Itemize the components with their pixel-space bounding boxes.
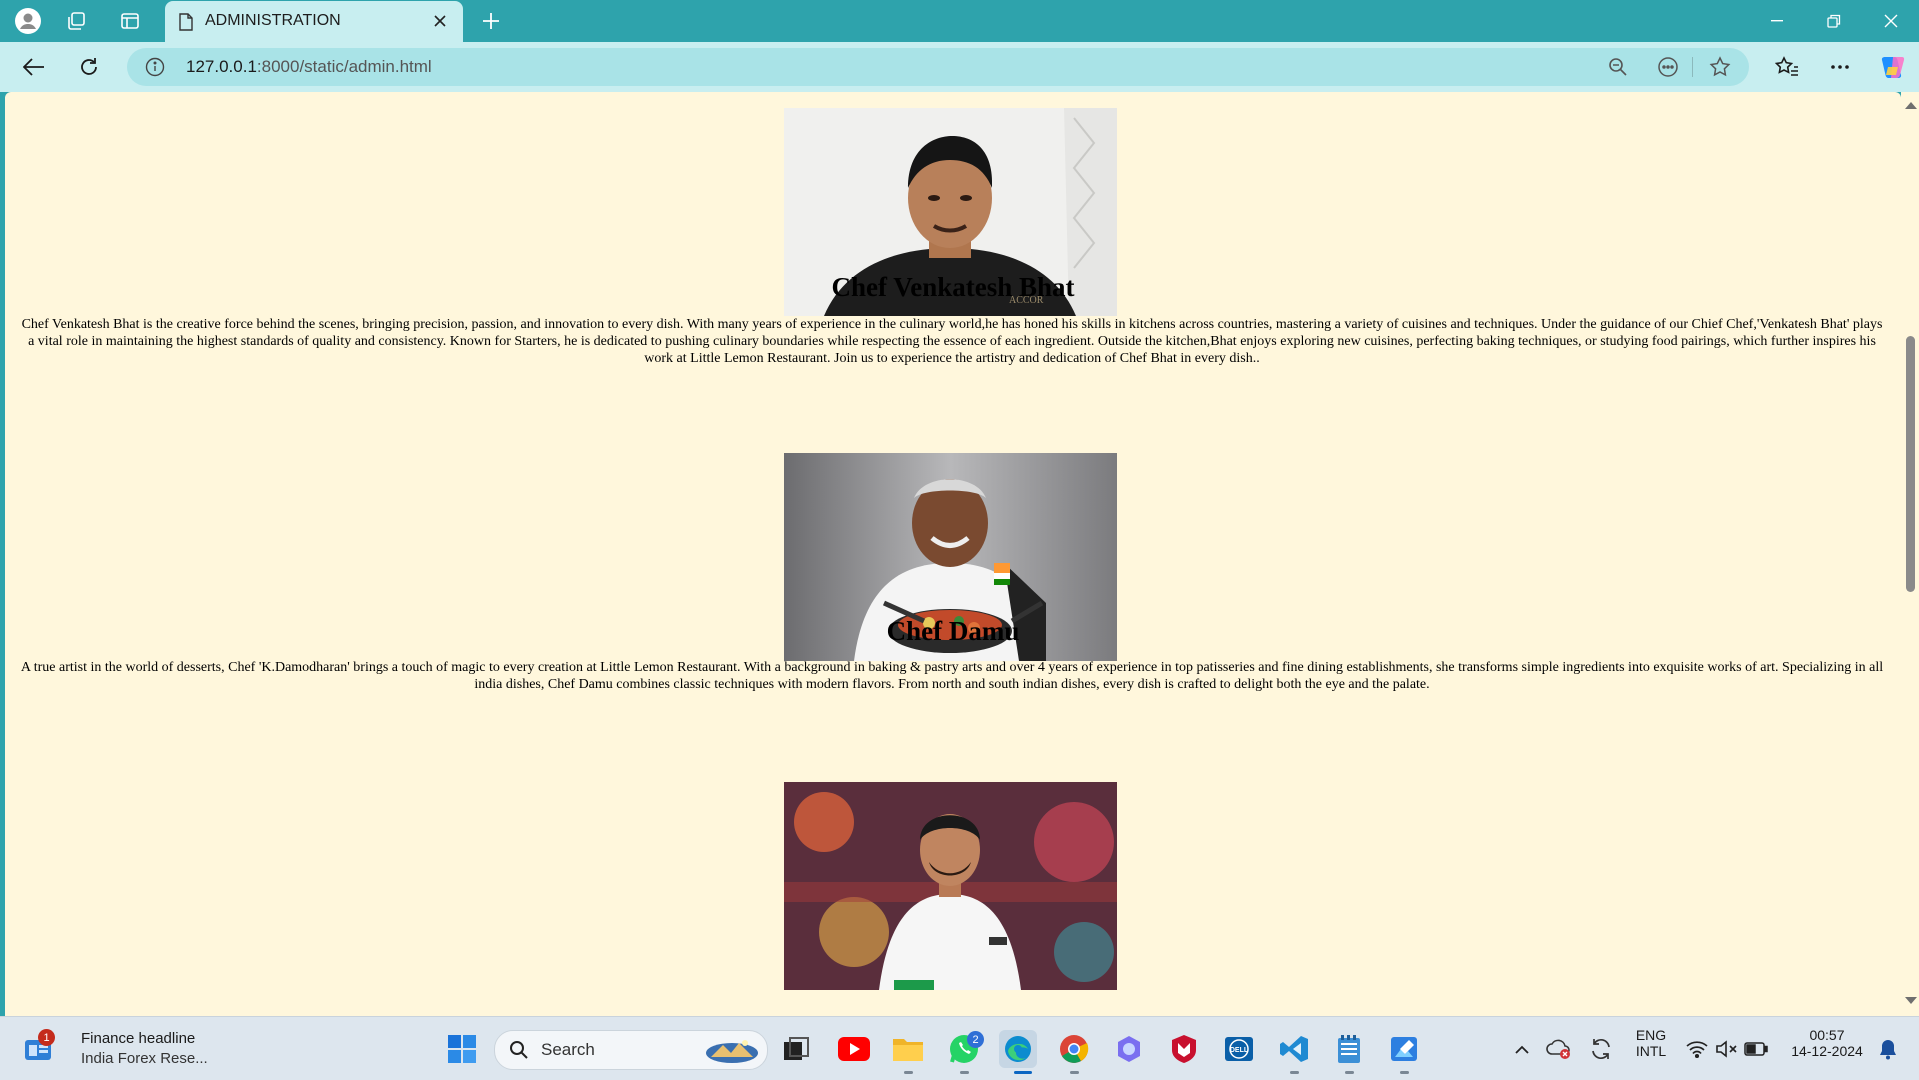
windows-taskbar: 1 Finance headline India Forex Rese... S… — [0, 1016, 1919, 1080]
chef-bio-text: Chef Venkatesh Bhat is the creative forc… — [21, 317, 1883, 366]
workspaces-icon[interactable] — [62, 6, 92, 36]
notifications-bell-icon[interactable] — [1872, 1030, 1904, 1068]
restore-icon[interactable] — [1806, 0, 1862, 42]
profile-icon[interactable] — [13, 6, 43, 36]
page-scrollbar[interactable] — [1901, 92, 1919, 1016]
chef-name-heading: Chef Venkatesh Bhat — [831, 272, 1075, 302]
running-indicator — [904, 1071, 913, 1074]
page-icon — [179, 13, 193, 31]
task-view-icon[interactable] — [777, 1030, 815, 1068]
dell-icon[interactable]: DELL — [1220, 1030, 1258, 1068]
active-indicator — [1014, 1071, 1032, 1074]
vertical-tabs-icon[interactable] — [115, 6, 145, 36]
file-explorer-icon[interactable] — [889, 1030, 927, 1068]
clock[interactable]: 00:57 14-12-2024 — [1782, 1027, 1872, 1059]
cloud-sync-error-icon[interactable] — [1543, 1030, 1575, 1068]
scroll-up-icon[interactable] — [1905, 102, 1917, 109]
volume-muted-icon[interactable] — [1710, 1030, 1742, 1068]
youtube-icon[interactable] — [835, 1030, 873, 1068]
zoom-out-icon[interactable] — [1605, 54, 1631, 80]
svg-text:DELL: DELL — [1230, 1047, 1249, 1054]
tab-administration[interactable]: ADMINISTRATION — [165, 1, 463, 42]
browser-tab-strip: ADMINISTRATION — [0, 0, 1919, 42]
close-tab-icon[interactable] — [427, 8, 453, 34]
keyboard-layout: INTL — [1635, 1043, 1667, 1059]
favorite-star-icon[interactable] — [1707, 54, 1733, 80]
running-indicator — [960, 1071, 969, 1074]
back-icon[interactable] — [17, 50, 51, 84]
copilot-app-icon[interactable] — [1110, 1030, 1148, 1068]
browser-toolbar: 127.0.0.1:8000/static/admin.html — [0, 42, 1919, 92]
address-bar[interactable]: 127.0.0.1:8000/static/admin.html — [127, 48, 1749, 86]
url-host: 127.0.0.1 — [186, 57, 257, 76]
paint-icon[interactable] — [1385, 1030, 1423, 1068]
clock-date: 14-12-2024 — [1791, 1043, 1863, 1059]
news-badge: 1 — [38, 1029, 55, 1046]
browser-essentials-icon[interactable] — [1655, 54, 1681, 80]
language-indicator[interactable]: ENG INTL — [1628, 1027, 1674, 1059]
news-subtitle: India Forex Rese... — [81, 1050, 208, 1067]
page-viewport: ACCOR Chef Venkatesh Bhat Chef Venkatesh… — [5, 92, 1901, 1016]
update-sync-icon[interactable] — [1585, 1030, 1617, 1068]
search-icon — [510, 1041, 528, 1059]
mcafee-icon[interactable] — [1165, 1030, 1203, 1068]
chef-name-heading: Chef Damu — [886, 616, 1020, 646]
whatsapp-badge: 2 — [967, 1031, 984, 1048]
language-code: ENG — [1635, 1027, 1667, 1043]
wifi-icon[interactable] — [1680, 1030, 1714, 1068]
search-highlight-icon — [706, 1040, 758, 1063]
new-tab-icon[interactable] — [476, 6, 506, 36]
site-info-icon[interactable] — [145, 57, 165, 77]
chef-bio-text: A true artist in the world of desserts, … — [20, 660, 1884, 692]
news-title: Finance headline — [81, 1030, 196, 1047]
chef-photo — [784, 782, 1117, 990]
chrome-icon[interactable] — [1055, 1030, 1093, 1068]
running-indicator — [1345, 1071, 1354, 1074]
url-text[interactable]: 127.0.0.1:8000/static/admin.html — [186, 57, 432, 77]
battery-icon[interactable] — [1740, 1030, 1772, 1068]
url-path: :8000/static/admin.html — [256, 57, 432, 76]
vscode-icon[interactable] — [1275, 1030, 1313, 1068]
tab-title: ADMINISTRATION — [205, 12, 341, 29]
scroll-down-icon[interactable] — [1905, 997, 1917, 1004]
scrollbar-thumb[interactable] — [1906, 336, 1915, 592]
address-separator — [1692, 57, 1693, 77]
copilot-icon[interactable] — [1876, 50, 1910, 84]
running-indicator — [1400, 1071, 1409, 1074]
search-label: Search — [541, 1040, 595, 1059]
running-indicator — [1290, 1071, 1299, 1074]
running-indicator — [1070, 1071, 1079, 1074]
more-options-icon[interactable] — [1823, 50, 1857, 84]
news-widget[interactable]: 1 Finance headline India Forex Rese... — [18, 1017, 208, 1079]
notepad-icon[interactable] — [1330, 1030, 1368, 1068]
edge-browser-icon[interactable] — [999, 1030, 1037, 1068]
start-button-icon[interactable] — [443, 1030, 481, 1068]
taskbar-search-box[interactable]: Search — [494, 1030, 768, 1070]
show-hidden-icons-chevron-icon[interactable] — [1504, 1030, 1540, 1068]
close-window-icon[interactable] — [1863, 0, 1919, 42]
favorites-icon[interactable] — [1770, 50, 1804, 84]
refresh-icon[interactable] — [72, 50, 106, 84]
clock-time: 00:57 — [1809, 1027, 1845, 1043]
minimize-icon[interactable] — [1749, 0, 1805, 42]
